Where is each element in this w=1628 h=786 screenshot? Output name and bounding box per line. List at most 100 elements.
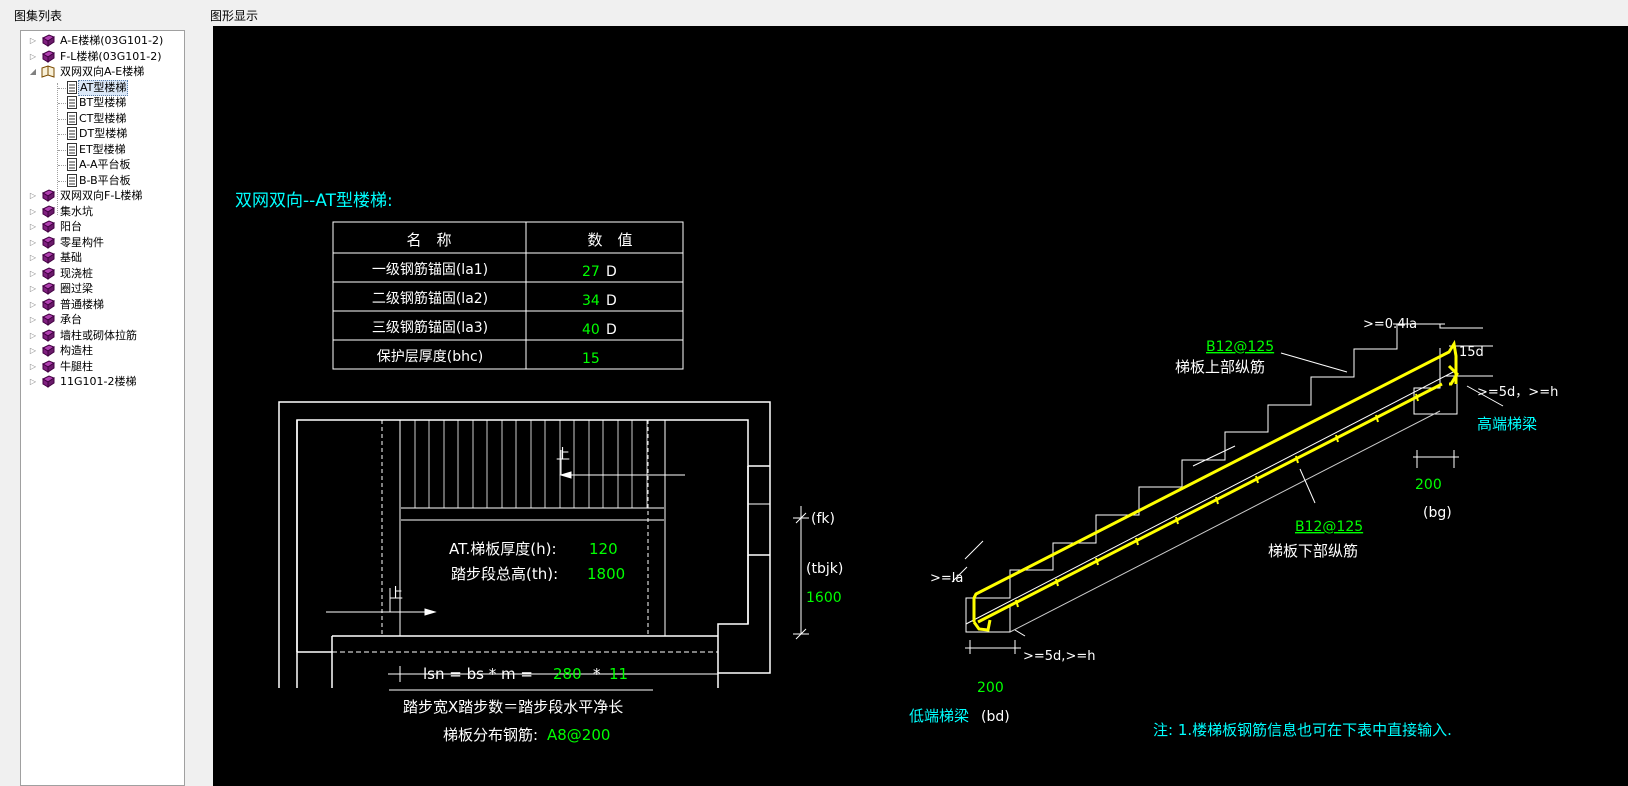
book-icon [41,375,56,388]
tree-item-label: B-B平台板 [79,173,131,187]
book-icon [41,297,56,311]
expand-arrow-icon[interactable]: ▷ [29,235,37,251]
row-value[interactable]: 15 [582,351,600,367]
document-icon [67,173,77,187]
tree-node[interactable]: ▷ A-E楼梯(03G101-2) [21,33,181,49]
low-beam-code: (bd) [981,709,1010,725]
tree-leaf[interactable]: AT型楼梯 [21,79,181,96]
tree-item-label: 牛腿柱 [60,359,93,373]
collapse-arrow-icon[interactable]: ◢ [29,64,37,80]
tree-node[interactable]: ▷ 墙柱或砌体拉筋 [21,328,181,344]
tree-leaf[interactable]: CT型楼梯 [21,111,181,127]
tree-item-label: 集水坑 [60,204,93,218]
thickness-label: AT.梯板厚度(h): [449,540,557,558]
tree-item-label: 双网双向A-E楼梯 [60,65,145,78]
tree-leaf[interactable]: A-A平台板 [21,157,181,173]
expand-arrow-icon[interactable]: ▷ [29,188,37,204]
tree-item-label: DT型楼梯 [79,127,128,140]
table-row[interactable]: 一级钢筋锚固(la1) 27 D [372,261,617,280]
thickness-value[interactable]: 120 [589,540,618,558]
expand-arrow-icon[interactable]: ▷ [29,374,37,390]
bottom-bar-value[interactable]: B12@125 [1295,519,1363,535]
tree-item-label: 双网双向F-L楼梯 [60,189,143,202]
tree-node[interactable]: ▷ 牛腿柱 [21,359,181,375]
m-value[interactable]: 11 [609,665,628,683]
tree-node[interactable]: ▷ 现浇桩 [21,266,181,282]
table-row[interactable]: 二级钢筋锚固(la2) 34 D [372,290,617,309]
tree-node[interactable]: ▷ 11G101-2楼梯 [21,374,181,390]
book-icon [41,189,56,202]
tree-node[interactable]: ▷ 双网双向F-L楼梯 [21,188,181,204]
book-icon [41,34,56,47]
tree-item-label: 11G101-2楼梯 [60,375,137,388]
expand-arrow-icon[interactable]: ▷ [29,297,37,313]
bs-value[interactable]: 280 [553,665,582,683]
expand-arrow-icon[interactable]: ▷ [29,266,37,282]
tree-item-label: 构造柱 [60,344,93,357]
table-row[interactable]: 保护层厚度(bhc) 15 [377,349,600,367]
tree-leaf[interactable]: B-B平台板 [21,173,181,189]
tree-leaf[interactable]: BT型楼梯 [21,95,181,111]
distribution-value[interactable]: A8@200 [547,726,610,744]
tree-node[interactable]: ▷ F-L楼梯(03G101-2) [21,49,181,65]
row-name: 保护层厚度(bhc) [377,349,483,365]
tree-node[interactable]: ▷ 零星构件 [21,235,181,251]
tree-node[interactable]: ▷ 普通楼梯 [21,297,181,313]
tree-node[interactable]: ▷ 阳台 [21,219,181,235]
low-beam-label: 低端梯梁 [909,707,969,725]
note-text: 注: 1.楼梯板钢筋信息也可在下表中直接输入. [1153,721,1452,739]
row-unit: D [606,293,617,309]
row-name: 三级钢筋锚固(la3) [372,319,488,336]
atlas-tree[interactable]: ▷ A-E楼梯(03G101-2) ▷ F-L楼梯(03G101-2) ◢ 双网双向A-E… [20,30,185,786]
formula-left: lsn = bs * m = [423,665,533,683]
expand-arrow-icon[interactable]: ▷ [29,204,37,220]
expand-arrow-icon[interactable]: ▷ [29,359,37,375]
hook-15d-label: 15d [1459,345,1484,360]
low-anchor-label: >=la [930,571,963,586]
tree-leaf[interactable]: ET型楼梯 [21,142,181,158]
high-beam-value[interactable]: 200 [1415,477,1442,493]
document-icon [67,142,77,156]
tree-node[interactable]: ▷ 承台 [21,312,181,328]
tree-item-label: AT型楼梯 [78,79,129,96]
expand-arrow-icon[interactable]: ▷ [29,328,37,344]
book-icon [41,220,56,233]
graphic-display[interactable]: 双网双向--AT型楼梯: 名 称 数 值 一级钢筋锚固(la1) 27 D 二级… [213,26,1628,786]
top-bar-value[interactable]: B12@125 [1206,339,1274,355]
tree-item-label: CT型楼梯 [79,111,127,125]
expand-arrow-icon[interactable]: ▷ [29,33,37,49]
stair-heading: 双网双向--AT型楼梯: [235,191,393,211]
table-row[interactable]: 三级钢筋锚固(la3) 40 D [372,319,617,338]
book-icon [41,328,56,342]
tree-item-label: A-E楼梯(03G101-2) [60,34,164,47]
formula-mul: * [593,665,601,683]
row-name: 二级钢筋锚固(la2) [372,290,488,307]
tbjk-value[interactable]: 1600 [806,590,842,606]
expand-arrow-icon[interactable]: ▷ [29,281,37,297]
tree-node[interactable]: ◢ 双网双向A-E楼梯 [21,64,181,80]
low-extend-label: >=5d,>=h [1023,649,1095,664]
book-icon [41,359,56,373]
expand-arrow-icon[interactable]: ▷ [29,49,37,65]
tbjk-label: (tbjk) [806,561,843,577]
expand-arrow-icon[interactable]: ▷ [29,250,37,266]
tree-node[interactable]: ▷ 圈过梁 [21,281,181,297]
row-value[interactable]: 40 [582,322,600,338]
tree-leaf[interactable]: DT型楼梯 [21,126,181,142]
bottom-bar-label: 梯板下部纵筋 [1268,542,1358,560]
expand-arrow-icon[interactable]: ▷ [29,343,37,359]
expand-arrow-icon[interactable]: ▷ [29,219,37,235]
expand-arrow-icon[interactable]: ▷ [29,312,37,328]
table-header-name: 名 称 [406,231,451,249]
row-value[interactable]: 27 [582,264,600,280]
height-value[interactable]: 1800 [587,565,625,583]
low-beam-value[interactable]: 200 [977,680,1004,696]
tree-node[interactable]: ▷ 基础 [21,250,181,266]
tree-item-label: A-A平台板 [79,158,131,171]
row-value[interactable]: 34 [582,293,600,309]
document-icon [67,158,77,171]
tree-node[interactable]: ▷ 集水坑 [21,204,181,220]
tree-node[interactable]: ▷ 构造柱 [21,343,181,359]
row-unit: D [606,322,617,338]
document-icon [67,96,77,109]
